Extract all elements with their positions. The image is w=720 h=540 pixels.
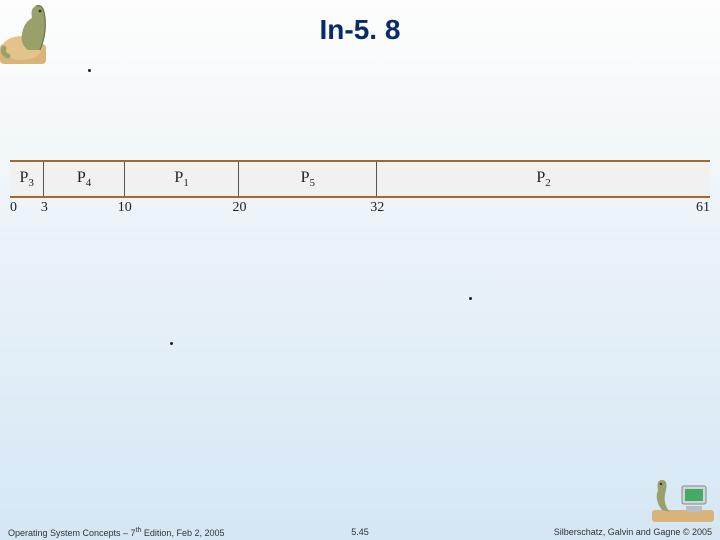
footer-left: Operating System Concepts – 7th Edition,…	[8, 527, 224, 538]
tick-10: 10	[118, 200, 132, 216]
bullet-dot	[88, 69, 91, 72]
segment-p1: P1	[125, 162, 240, 196]
tick-0: 0	[10, 200, 17, 216]
footer-page-number: 5.45	[351, 527, 369, 537]
segment-p4: P4	[44, 162, 124, 196]
gantt-chart: P3 P4 P1 P5 P2 0 3 10 20 32 61	[10, 160, 710, 218]
bullet-dot	[170, 342, 173, 345]
segment-p3: P3	[10, 162, 44, 196]
bullet-dot	[469, 297, 472, 300]
dinosaur-computer-icon	[652, 470, 714, 522]
segment-p2: P2	[377, 162, 710, 196]
slide-title: In-5. 8	[0, 14, 720, 46]
tick-20: 20	[233, 200, 247, 216]
dinosaur-icon	[0, 0, 66, 64]
footer-right: Silberschatz, Galvin and Gagne © 2005	[554, 527, 712, 537]
tick-61: 61	[696, 200, 710, 216]
segment-p5: P5	[239, 162, 377, 196]
gantt-bar: P3 P4 P1 P5 P2	[10, 160, 710, 198]
tick-3: 3	[41, 200, 48, 216]
gantt-ticks: 0 3 10 20 32 61	[10, 198, 710, 218]
slide-footer: Operating System Concepts – 7th Edition,…	[0, 524, 720, 540]
tick-32: 32	[370, 200, 384, 216]
